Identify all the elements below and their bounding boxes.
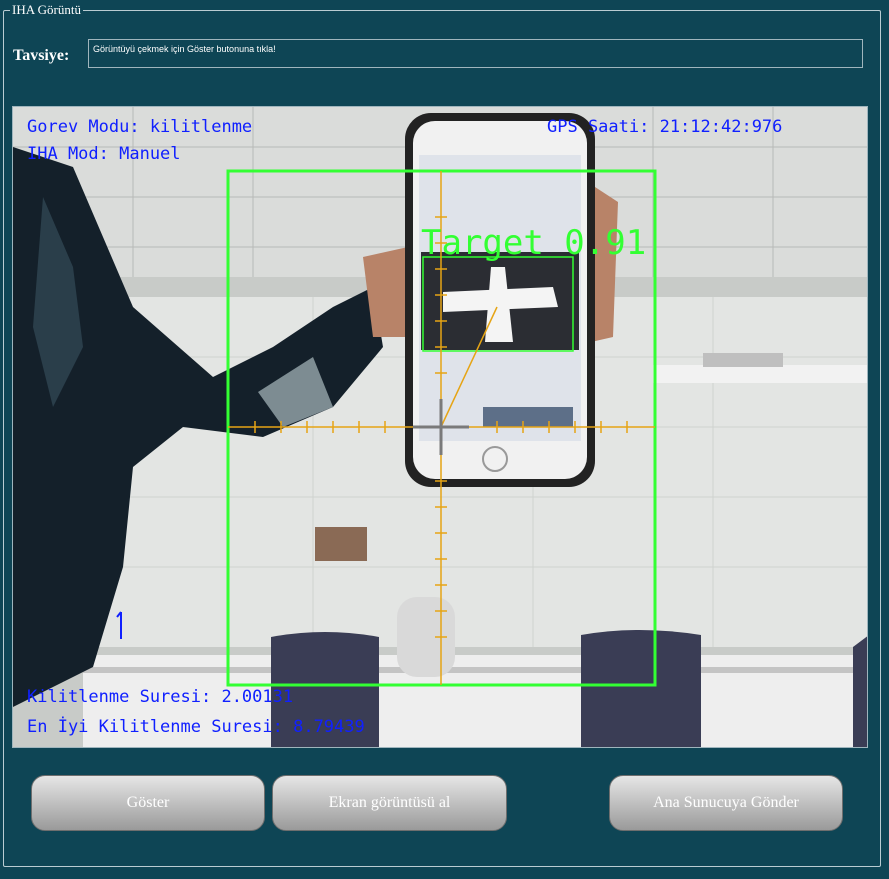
best-lock-duration-text: En İyi Kilitlenme Suresi: 8.79439 <box>27 717 365 737</box>
advice-label: Tavsiye: <box>13 47 70 64</box>
video-feed: Gorev Modu: kilitlenme IHA Mod: Manuel G… <box>12 106 868 748</box>
lock-duration-text: Kilitlenme Suresi: 2.00131 <box>27 687 294 707</box>
groupbox-title: IHA Görüntü <box>10 2 83 18</box>
uav-mode-text: IHA Mod: Manuel <box>27 144 181 164</box>
send-to-main-server-button[interactable]: Ana Sunucuya Gönder <box>609 775 843 831</box>
gps-time-text: GPS Saati: 21:12:42:976 <box>547 117 783 137</box>
camera-frame-image <box>13 107 867 747</box>
advice-textbox[interactable]: Görüntüyü çekmek için Göster butonuna tı… <box>88 39 863 68</box>
screenshot-button[interactable]: Ekran görüntüsü al <box>272 775 507 831</box>
mission-mode-text: Gorev Modu: kilitlenme <box>27 117 253 137</box>
show-button[interactable]: Göster <box>31 775 265 831</box>
target-label: Target 0.91 <box>421 223 647 263</box>
